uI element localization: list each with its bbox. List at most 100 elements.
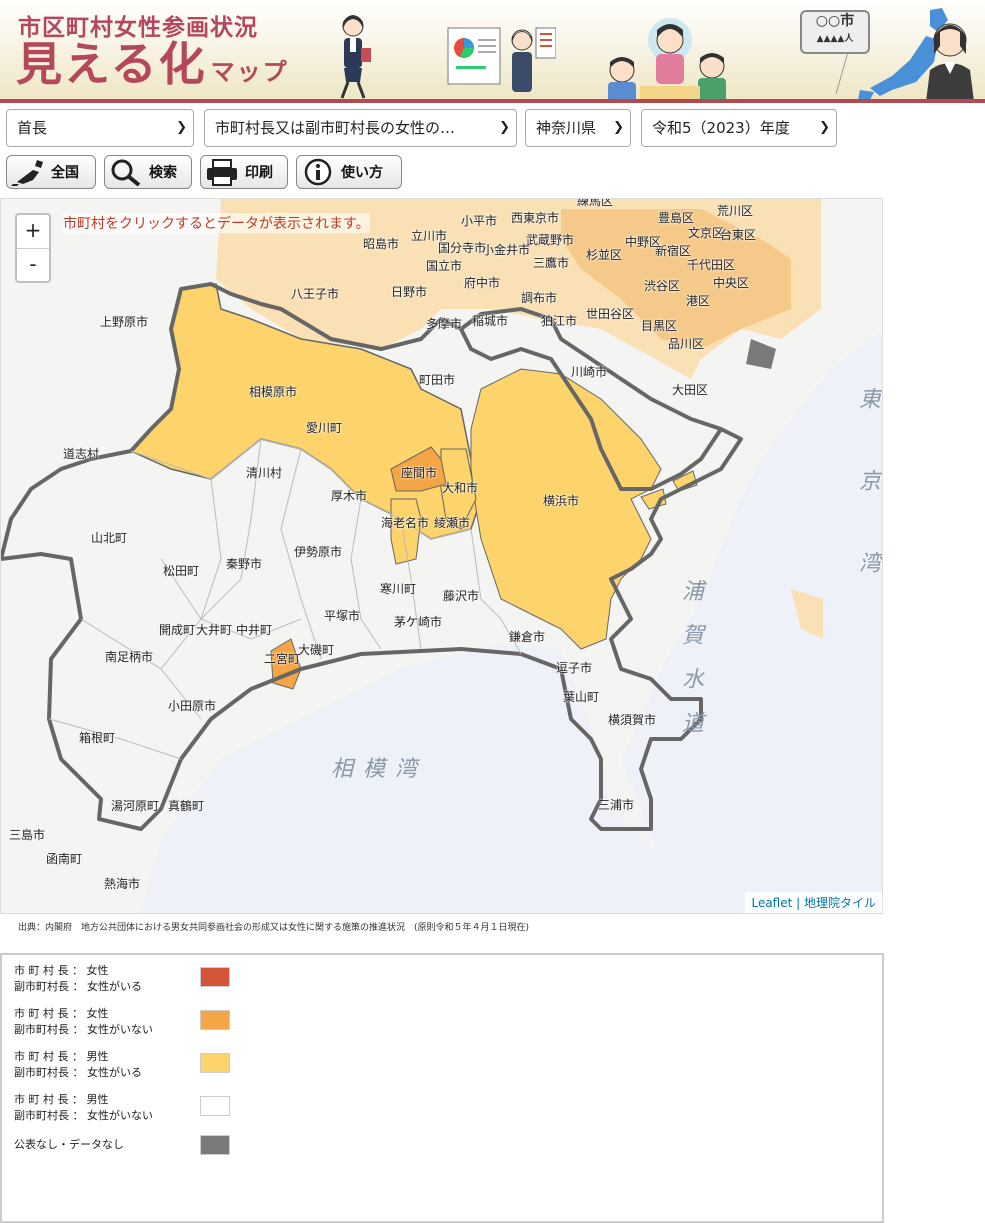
municipality-label[interactable]: 大和市 [442, 479, 478, 496]
prefecture-select[interactable]: 神奈川県 ❯ [525, 109, 631, 147]
search-button[interactable]: 検索 [104, 155, 192, 189]
municipality-label[interactable]: 目黒区 [641, 317, 677, 334]
municipality-label[interactable]: 座間市 [401, 464, 437, 481]
indicator-select[interactable]: 市町村長又は副市町村長の女性の… ❯ [204, 109, 517, 147]
municipality-label[interactable]: 大磯町 [298, 641, 334, 658]
municipality-label[interactable]: 三浦市 [598, 796, 634, 813]
no-data-area[interactable] [746, 339, 776, 369]
map-attribution[interactable]: Leaflet | 地理院タイル [745, 892, 882, 913]
municipality-label[interactable]: 西東京市 [511, 209, 559, 226]
municipality-label[interactable]: 練馬区 [577, 199, 613, 209]
prefecture-select-value: 神奈川県 [536, 119, 597, 137]
municipality-label[interactable]: 鎌倉市 [509, 628, 545, 645]
print-button[interactable]: 印刷 [200, 155, 288, 189]
municipality-label[interactable]: 葉山町 [563, 688, 599, 705]
municipality-label[interactable]: 平塚市 [324, 607, 360, 624]
municipality-label[interactable]: 調布市 [521, 289, 557, 306]
legend-item: 市 町 村 長 ： 男性 副市町村長 ： 女性がいる [14, 1049, 142, 1081]
municipality-label[interactable]: 厚木市 [331, 487, 367, 504]
municipality-label[interactable]: 二宮町 [264, 650, 300, 667]
yokohama-area[interactable] [470, 368, 662, 650]
municipality-label[interactable]: 多摩市 [426, 315, 462, 332]
municipality-label[interactable]: 横浜市 [543, 492, 579, 509]
municipality-label[interactable]: 茅ケ崎市 [394, 613, 442, 630]
water-label: 浦賀水道 [678, 579, 703, 755]
municipality-label[interactable]: 小金井市 [482, 241, 530, 258]
municipality-label[interactable]: 藤沢市 [443, 587, 479, 604]
municipality-label[interactable]: 伊勢原市 [294, 543, 342, 560]
municipality-label[interactable]: 大田区 [672, 381, 708, 398]
municipality-label[interactable]: 逗子市 [556, 659, 592, 676]
municipality-label[interactable]: 小田原市 [168, 697, 216, 714]
choropleth-map[interactable]: + - 市町村をクリックするとデータが表示されます。 相模湾 東京湾 浦賀水道 … [0, 198, 883, 914]
municipality-label[interactable]: 立川市 [411, 227, 447, 244]
municipality-label[interactable]: 文京区 [688, 224, 724, 241]
municipality-label[interactable]: 八王子市 [291, 285, 339, 302]
municipality-label[interactable]: 松田町 [163, 562, 199, 579]
legend-swatch [200, 967, 230, 987]
municipality-label[interactable]: 海老名市 [381, 514, 429, 531]
site-title[interactable]: 見える化 マップ [16, 36, 289, 100]
municipality-label[interactable]: 湯河原町 [111, 797, 159, 814]
municipality-label[interactable]: 函南町 [46, 850, 82, 867]
municipality-label[interactable]: 愛川町 [306, 419, 342, 436]
municipality-label[interactable]: 小平市 [461, 212, 497, 229]
chevron-down-icon: ❯ [499, 120, 510, 135]
municipality-label[interactable]: 川崎市 [571, 363, 607, 380]
municipality-label[interactable]: 国立市 [426, 257, 462, 274]
map-hint: 市町村をクリックするとデータが表示されます。 [63, 213, 370, 233]
municipality-label[interactable]: 狛江市 [541, 312, 577, 329]
chevron-down-icon: ❯ [819, 120, 830, 135]
municipality-label[interactable]: 武蔵野市 [526, 231, 574, 248]
site-title-suffix: マップ [210, 58, 289, 86]
municipality-label[interactable]: 上野原市 [100, 313, 148, 330]
municipality-label[interactable]: 南足柄市 [105, 648, 153, 665]
municipality-label[interactable]: 箱根町 [79, 729, 115, 746]
year-select[interactable]: 令和5（2023）年度 ❯ [641, 109, 837, 147]
municipality-label[interactable]: 昭島市 [363, 235, 399, 252]
municipality-label[interactable]: 大井町 [196, 621, 232, 638]
municipality-label[interactable]: 世田谷区 [586, 305, 634, 322]
zoom-out-button[interactable]: - [17, 249, 49, 282]
municipality-label[interactable]: 台東区 [720, 226, 756, 243]
municipality-label[interactable]: 中央区 [713, 274, 749, 291]
category-select[interactable]: 首長 ❯ [6, 109, 194, 147]
municipality-label[interactable]: 寒川町 [380, 580, 416, 597]
municipality-label[interactable]: 中野区 [625, 233, 661, 250]
municipality-label[interactable]: 稲城市 [472, 312, 508, 329]
municipality-label[interactable]: 相模原市 [249, 383, 297, 400]
national-button-label: 全国 [51, 165, 79, 181]
zoom-control: + - [15, 213, 51, 283]
municipality-label[interactable]: 千代田区 [687, 256, 735, 273]
municipality-label[interactable]: 三島市 [9, 826, 45, 843]
municipality-label[interactable]: 横須賀市 [608, 711, 656, 728]
municipality-label[interactable]: 清川村 [246, 464, 282, 481]
municipality-label[interactable]: 町田市 [419, 371, 455, 388]
municipality-label[interactable]: 三鷹市 [533, 254, 569, 271]
municipality-label[interactable]: 杉並区 [586, 246, 622, 263]
ebina-area[interactable] [390, 498, 422, 565]
municipality-label[interactable]: 道志村 [63, 445, 99, 462]
municipality-label[interactable]: 品川区 [668, 335, 704, 352]
legend-label-nodata: 公表なし・データなし [14, 1138, 124, 1151]
info-icon [304, 158, 332, 186]
zoom-in-button[interactable]: + [17, 215, 49, 249]
municipality-label[interactable]: 山北町 [91, 529, 127, 546]
municipality-label[interactable]: 府中市 [464, 274, 500, 291]
national-button[interactable]: 全国 [6, 155, 96, 189]
municipality-label[interactable]: 荒川区 [717, 202, 753, 219]
japan-map-illustration [835, 8, 974, 102]
municipality-label[interactable]: 港区 [686, 292, 710, 309]
municipality-label[interactable]: 真鶴町 [168, 797, 204, 814]
walking-woman-illustration [340, 15, 371, 99]
municipality-label[interactable]: 開成町 [159, 621, 195, 638]
legend-label-vice: 副市町村長 ： 女性がいる [14, 1066, 142, 1079]
municipality-label[interactable]: 綾瀬市 [434, 514, 470, 531]
municipality-label[interactable]: 日野市 [391, 283, 427, 300]
municipality-label[interactable]: 渋谷区 [644, 277, 680, 294]
municipality-label[interactable]: 秦野市 [226, 555, 262, 572]
municipality-label[interactable]: 熱海市 [104, 875, 140, 892]
municipality-label[interactable]: 豊島区 [658, 209, 694, 226]
howto-button[interactable]: 使い方 [296, 155, 402, 189]
municipality-label[interactable]: 中井町 [236, 621, 272, 638]
